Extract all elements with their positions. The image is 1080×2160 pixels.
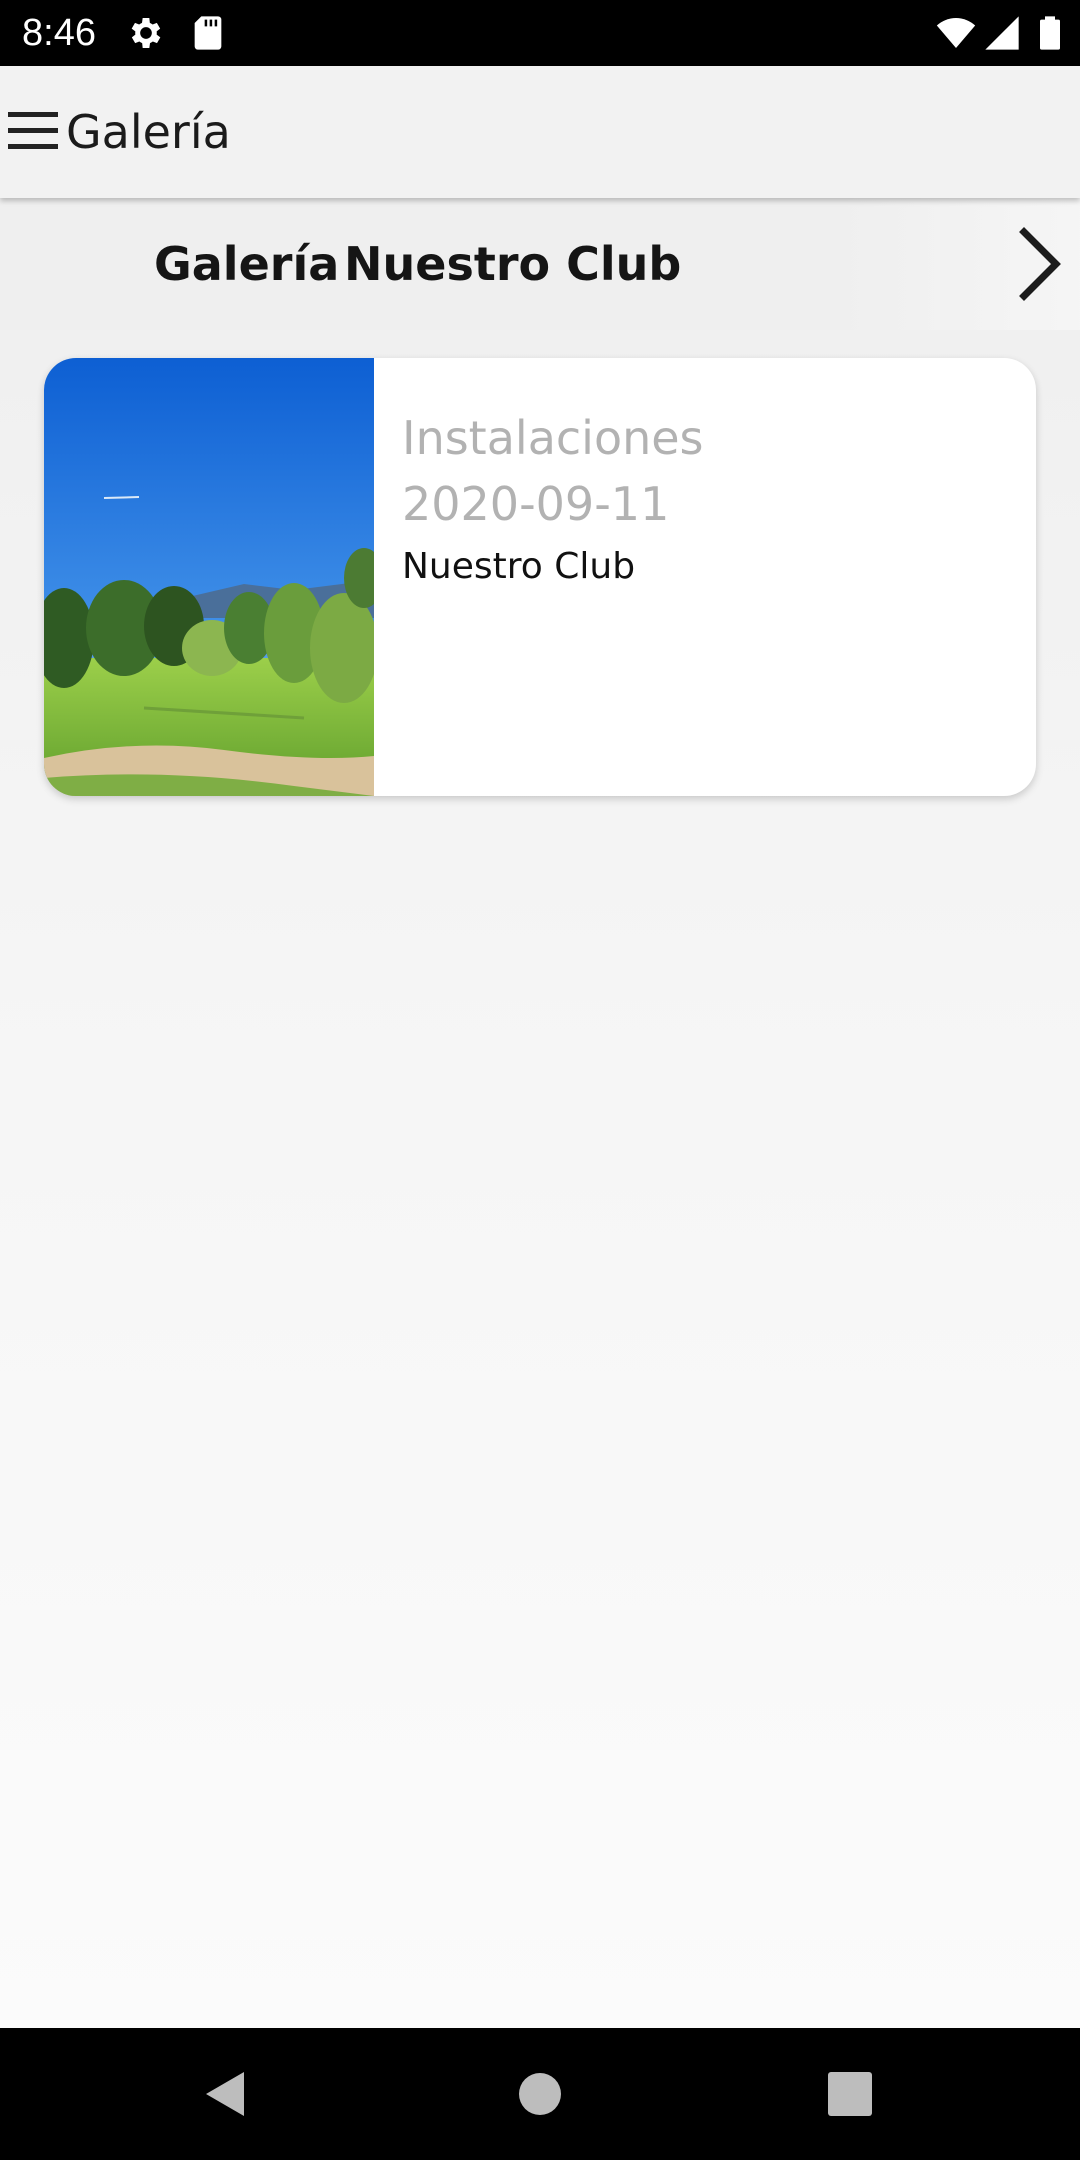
back-icon[interactable]: [196, 2064, 256, 2124]
golf-course-photo[interactable]: [44, 358, 374, 796]
card-category: Nuestro Club: [402, 546, 636, 587]
status-bar: 8:46: [0, 0, 1080, 66]
category-tabs: Galería Nuestro Club: [0, 198, 1080, 330]
status-time: 8:46: [22, 12, 96, 54]
home-icon[interactable]: [510, 2064, 570, 2124]
battery-icon: [1040, 16, 1060, 50]
card-title: Instalaciones: [402, 411, 704, 465]
gallery-card[interactable]: Instalaciones 2020-09-11 Nuestro Club: [44, 358, 1036, 796]
wifi-icon: [936, 18, 976, 48]
app-bar: Galería: [0, 66, 1080, 198]
card-date: 2020-09-11: [402, 477, 670, 531]
recents-icon[interactable]: [820, 2064, 880, 2124]
page-title: Galería: [66, 105, 231, 159]
tab-nuestro-club[interactable]: Nuestro Club: [344, 234, 681, 294]
gallery-list: Instalaciones 2020-09-11 Nuestro Club: [0, 330, 1080, 2028]
system-nav-bar: [0, 2028, 1080, 2160]
chevron-right-icon[interactable]: [1016, 226, 1064, 302]
card-text: Instalaciones 2020-09-11 Nuestro Club: [402, 406, 1002, 596]
signal-icon: [985, 16, 1019, 50]
sd-card-icon: [194, 16, 222, 50]
hamburger-menu-icon[interactable]: [4, 106, 60, 158]
settings-icon: [131, 18, 161, 48]
tab-galeria[interactable]: Galería: [154, 234, 339, 294]
